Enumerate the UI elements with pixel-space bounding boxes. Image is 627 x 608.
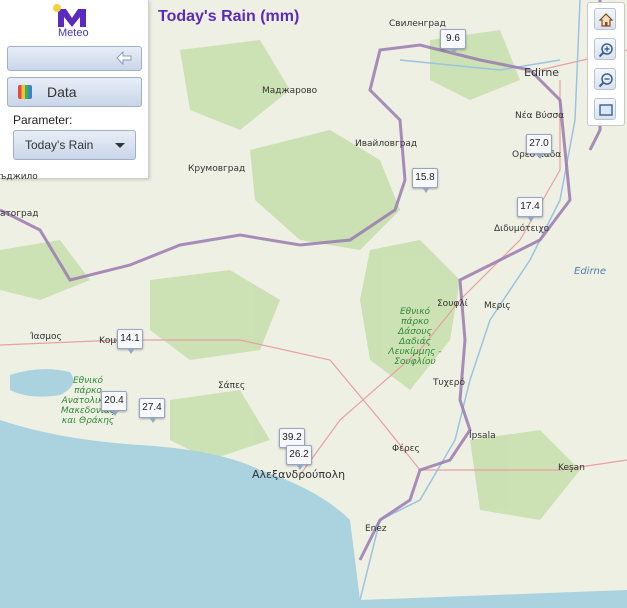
map-tools [587, 2, 625, 126]
place-label: Διδυμότειχο [494, 224, 550, 234]
station-marker[interactable]: 27.4 [139, 398, 165, 423]
place-label: ъджило [0, 172, 38, 182]
full-extent-icon [599, 104, 613, 116]
place-label: İpsala [469, 431, 496, 441]
data-button-label: Data [47, 84, 77, 100]
place-label: Крумовград [188, 164, 246, 174]
place-label: Μεριç [484, 301, 511, 311]
data-button[interactable]: Data [7, 77, 142, 107]
control-panel: Meteo Data Parameter: Today's Rain [0, 0, 149, 179]
place-label: Свиленград [389, 19, 446, 29]
full-extent-button[interactable] [594, 98, 616, 120]
parameter-label: Parameter: [13, 113, 73, 127]
palette-icon [18, 85, 32, 99]
place-label: Ивайловград [355, 139, 418, 149]
chevron-down-icon [115, 143, 125, 148]
zoom-in-icon [598, 43, 613, 58]
place-label: Keşan [558, 463, 585, 473]
home-icon [598, 13, 614, 27]
place-label: Τυχερό [433, 378, 465, 388]
station-marker[interactable]: 9.6 [440, 29, 466, 54]
zoom-out-button[interactable] [594, 68, 616, 90]
parameter-select-value: Today's Rain [25, 138, 94, 152]
place-label: Маджарово [262, 86, 318, 96]
station-marker[interactable]: 20.4 [101, 391, 127, 416]
arrow-left-icon [116, 50, 132, 66]
place-label: Edirne [524, 66, 560, 79]
station-marker[interactable]: 26.2 [286, 445, 312, 470]
place-label: атоград [0, 209, 39, 219]
place-label: Νέα Βύσσα [515, 111, 565, 121]
zoom-in-button[interactable] [594, 38, 616, 60]
home-button[interactable] [594, 8, 616, 30]
place-label: Σάπες [218, 381, 246, 391]
logo-text: Meteo [58, 27, 89, 39]
station-marker[interactable]: 27.0 [526, 134, 552, 159]
station-marker[interactable]: 14.1 [117, 329, 143, 354]
station-marker[interactable]: 15.8 [412, 168, 438, 193]
park-label: Εθνικό πάρκο Δάσους Δαδιάς Λευκίμμης - Σ… [388, 307, 442, 367]
place-label: Φέρες [392, 444, 420, 454]
place-label: Edirne [574, 266, 607, 277]
back-button[interactable] [7, 46, 142, 71]
place-label: Enez [365, 524, 387, 534]
place-label: Ίασμος [30, 332, 62, 342]
map-title: Today's Rain (mm) [158, 8, 300, 25]
parameter-select[interactable]: Today's Rain [13, 130, 136, 160]
station-marker[interactable]: 17.4 [517, 197, 543, 222]
zoom-out-icon [598, 73, 613, 88]
